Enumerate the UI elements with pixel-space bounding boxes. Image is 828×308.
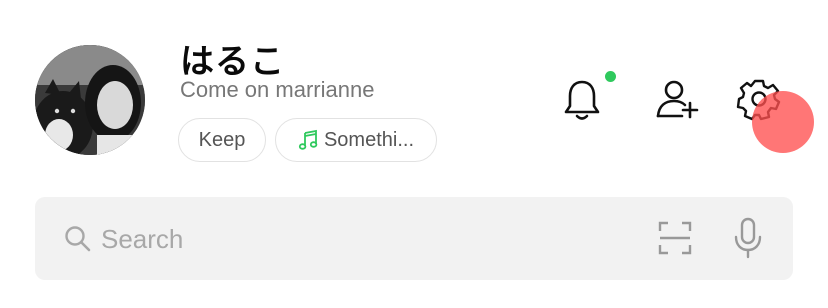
keep-chip-label: Keep <box>198 128 246 151</box>
music-note-icon <box>298 129 318 150</box>
bell-icon <box>564 80 600 120</box>
music-chip-label: Somethi... <box>323 128 415 151</box>
profile-name[interactable]: はるこ <box>180 34 285 83</box>
qr-scan-icon[interactable] <box>658 221 692 255</box>
notifications-button[interactable] <box>558 75 606 123</box>
add-friend-icon <box>656 80 699 119</box>
profile-header: はるこ Come on marrianne Keep Somethi... <box>0 0 828 190</box>
search-input[interactable] <box>101 217 601 261</box>
music-chip[interactable]: Somethi... <box>275 118 437 162</box>
add-friend-button[interactable] <box>652 75 700 123</box>
microphone-icon[interactable] <box>732 217 764 259</box>
keep-chip[interactable]: Keep <box>178 118 266 162</box>
search-icon <box>65 226 91 252</box>
status-message[interactable]: Come on marrianne <box>180 77 374 103</box>
unread-dot <box>605 71 616 82</box>
touch-indicator <box>752 91 814 153</box>
avatar-photo <box>35 45 145 155</box>
search-bar[interactable] <box>35 197 793 280</box>
avatar[interactable] <box>35 45 145 155</box>
